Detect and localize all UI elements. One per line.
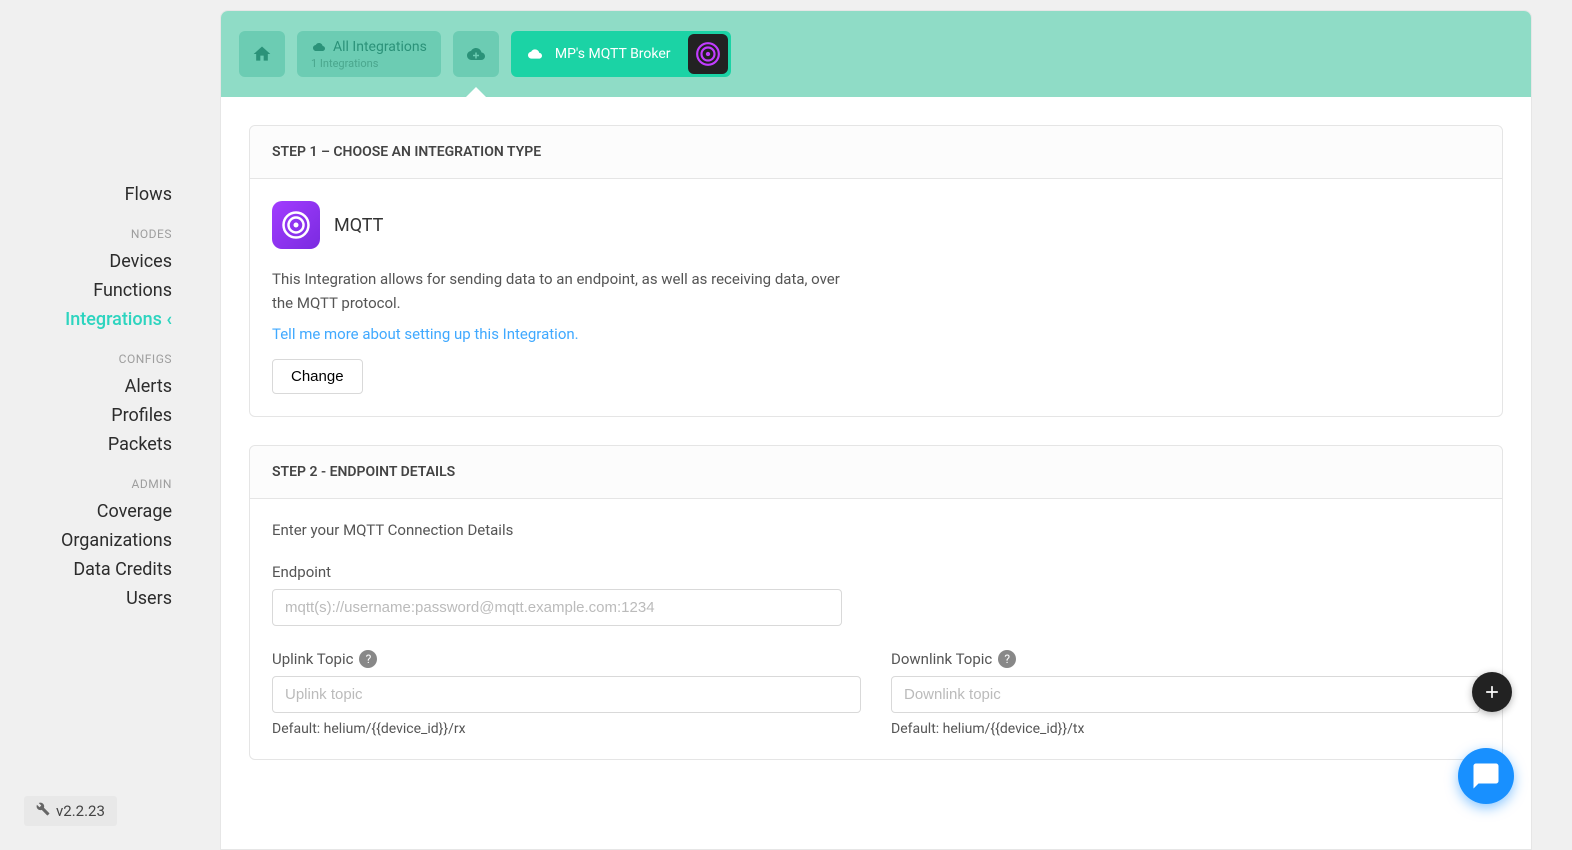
- cloud-icon: [525, 47, 545, 61]
- floating-add-button[interactable]: [1472, 672, 1512, 712]
- uplink-input[interactable]: [272, 676, 861, 713]
- downlink-hint: Default: helium/{{device_id}}/tx: [891, 721, 1480, 737]
- sidebar: Flows NODES Devices Functions Integratio…: [0, 0, 200, 850]
- chat-icon: [1471, 761, 1501, 791]
- downlink-label: Downlink Topic: [891, 650, 992, 668]
- plus-icon: [1482, 682, 1502, 702]
- step1-header: STEP 1 – CHOOSE AN INTEGRATION TYPE: [250, 126, 1502, 179]
- change-button[interactable]: Change: [272, 359, 363, 394]
- step2-card: STEP 2 - ENDPOINT DETAILS Enter your MQT…: [249, 445, 1503, 760]
- endpoint-input[interactable]: [272, 589, 842, 626]
- step1-card: STEP 1 – CHOOSE AN INTEGRATION TYPE MQTT…: [249, 125, 1503, 417]
- downlink-help-icon[interactable]: ?: [998, 650, 1016, 668]
- nav-profiles[interactable]: Profiles: [0, 401, 200, 430]
- nav-devices[interactable]: Devices: [0, 247, 200, 276]
- mqtt-badge-icon: [272, 201, 320, 249]
- all-integrations-tab[interactable]: All Integrations 1 Integrations: [297, 31, 441, 77]
- version-text: v2.2.23: [56, 802, 105, 820]
- top-bar: All Integrations 1 Integrations MP's MQT…: [221, 11, 1531, 97]
- uplink-label: Uplink Topic: [272, 650, 353, 668]
- uplink-help-icon[interactable]: ?: [359, 650, 377, 668]
- floating-chat-button[interactable]: [1458, 748, 1514, 804]
- wrench-icon: [36, 802, 50, 820]
- home-icon: [252, 44, 272, 64]
- step2-intro: Enter your MQTT Connection Details: [272, 521, 1480, 539]
- cloud-icon: [311, 41, 327, 53]
- home-button[interactable]: [239, 31, 285, 77]
- nav-packets[interactable]: Packets: [0, 430, 200, 459]
- main-panel: All Integrations 1 Integrations MP's MQT…: [220, 10, 1532, 850]
- downlink-input[interactable]: [891, 676, 1480, 713]
- all-integrations-label: All Integrations: [333, 39, 427, 55]
- add-integration-button[interactable]: [453, 31, 499, 77]
- integration-type-name: MQTT: [334, 215, 383, 236]
- mqtt-tab-label: MP's MQTT Broker: [555, 46, 675, 62]
- nav-section-nodes: NODES: [0, 209, 200, 247]
- learn-more-link[interactable]: Tell me more about setting up this Integ…: [272, 325, 579, 343]
- nav-coverage[interactable]: Coverage: [0, 497, 200, 526]
- endpoint-label: Endpoint: [272, 563, 842, 581]
- nav-section-admin: ADMIN: [0, 459, 200, 497]
- integration-description: This Integration allows for sending data…: [272, 267, 852, 315]
- nav-data-credits[interactable]: Data Credits: [0, 555, 200, 584]
- content-area: STEP 1 – CHOOSE AN INTEGRATION TYPE MQTT…: [221, 97, 1531, 849]
- nav-flows[interactable]: Flows: [0, 180, 200, 209]
- nav-functions[interactable]: Functions: [0, 276, 200, 305]
- nav-integrations[interactable]: Integrations: [0, 305, 200, 334]
- cloud-plus-icon: [464, 45, 488, 63]
- nav-section-configs: CONFIGS: [0, 334, 200, 372]
- mqtt-broker-tab[interactable]: MP's MQTT Broker: [511, 31, 731, 77]
- nav-alerts[interactable]: Alerts: [0, 372, 200, 401]
- nav-users[interactable]: Users: [0, 584, 200, 613]
- uplink-hint: Default: helium/{{device_id}}/rx: [272, 721, 861, 737]
- nav-organizations[interactable]: Organizations: [0, 526, 200, 555]
- all-integrations-count: 1 Integrations: [311, 57, 378, 70]
- mqtt-target-icon: [688, 34, 728, 74]
- step2-header: STEP 2 - ENDPOINT DETAILS: [250, 446, 1502, 499]
- version-badge[interactable]: v2.2.23: [24, 796, 117, 826]
